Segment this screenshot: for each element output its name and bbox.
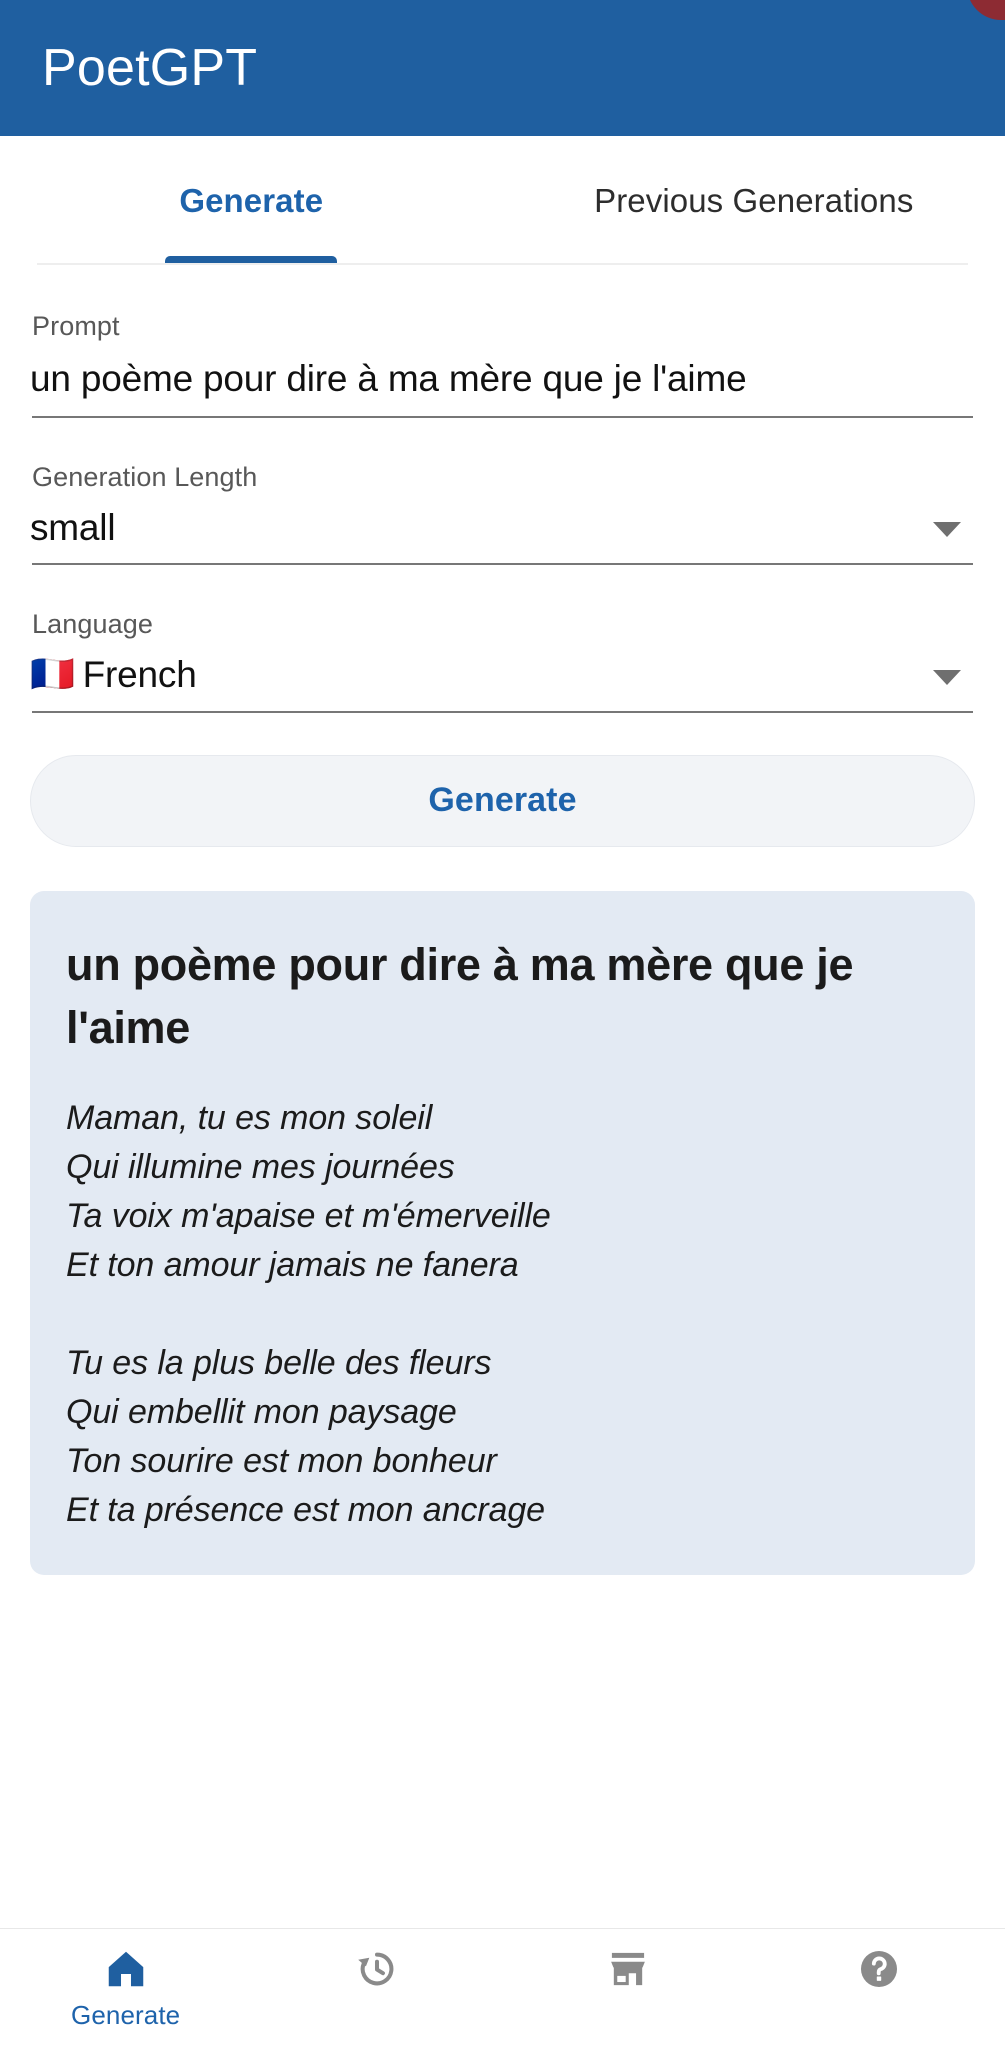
nav-item-generate[interactable]: Generate: [0, 1943, 251, 2028]
tab-generate[interactable]: Generate: [0, 136, 503, 265]
generation-length-value: small: [30, 507, 116, 549]
result-card: un poème pour dire à ma mère que je l'ai…: [30, 890, 975, 1575]
language-value-wrapper: 🇫🇷 French: [30, 654, 921, 696]
generation-length-label: Generation Length: [32, 462, 258, 493]
result-poem-text: Maman, tu es mon soleil Qui illumine mes…: [66, 1099, 551, 1529]
tab-previous-generations-label: Previous Generations: [594, 181, 914, 219]
chevron-down-icon[interactable]: [933, 669, 961, 685]
bottom-navigation: Generate: [0, 1928, 1005, 2048]
france-flag-icon: 🇫🇷: [30, 654, 75, 696]
tab-generate-label: Generate: [179, 181, 324, 219]
app-title: PoetGPT: [42, 39, 258, 97]
generation-length-select[interactable]: small: [30, 491, 975, 563]
app-root: PoetGPT Generate Previous Generations Pr…: [0, 0, 1005, 2048]
main-content: Prompt un poème pour dire à ma mère que …: [0, 265, 1005, 1928]
generate-button-wrapper: Generate: [30, 713, 975, 847]
generate-button[interactable]: Generate: [30, 754, 975, 847]
nav-item-help[interactable]: [754, 1943, 1005, 2002]
prompt-field-group: Prompt un poème pour dire à ma mère que …: [30, 265, 975, 419]
language-select[interactable]: 🇫🇷 French: [30, 638, 975, 710]
store-icon: [602, 1943, 654, 1995]
language-underline: [32, 710, 973, 713]
help-circle-icon: [853, 1943, 905, 1995]
generation-length-field-group: Generation Length small: [30, 418, 975, 566]
prompt-label: Prompt: [32, 311, 120, 341]
nav-item-store[interactable]: [503, 1943, 754, 2002]
status-corner-decoration: [967, 0, 1005, 20]
prompt-input-row[interactable]: un poème pour dire à ma mère que je l'ai…: [30, 340, 975, 416]
tab-active-indicator: [165, 256, 338, 265]
result-title: un poème pour dire à ma mère que je l'ai…: [66, 938, 854, 1054]
language-field-group: Language 🇫🇷 French: [30, 565, 975, 713]
tab-bar: Generate Previous Generations: [0, 136, 1005, 265]
chevron-down-icon[interactable]: [933, 522, 961, 538]
tab-previous-generations[interactable]: Previous Generations: [503, 136, 1005, 265]
home-icon: [100, 1943, 152, 1995]
language-label: Language: [32, 609, 153, 640]
prompt-input[interactable]: un poème pour dire à ma mère que je l'ai…: [30, 358, 975, 400]
language-value: French: [82, 654, 197, 696]
app-bar: PoetGPT: [0, 0, 1005, 136]
nav-item-generate-label: Generate: [71, 2000, 181, 2030]
nav-item-history[interactable]: [251, 1943, 502, 2002]
history-icon: [351, 1943, 403, 1995]
